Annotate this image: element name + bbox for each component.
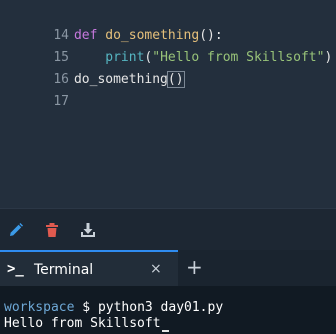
prompt-user: workspace	[4, 300, 75, 315]
edit-button[interactable]	[5, 219, 27, 241]
download-button[interactable]	[77, 219, 99, 241]
program-output: Hello from Skillsoft	[4, 316, 161, 331]
code-line[interactable]: 17	[0, 69, 74, 109]
line-number: 17	[53, 94, 69, 109]
download-icon	[81, 223, 95, 237]
prompt-symbol: $	[82, 300, 91, 315]
code-line[interactable]: 15 print("Hello from Skillsoft")	[0, 25, 332, 65]
edit-icon	[10, 223, 23, 236]
code-line[interactable]: 16 do_something()	[0, 47, 185, 88]
terminal-cursor	[161, 330, 169, 332]
terminal-header: >_ Terminal × +	[0, 250, 336, 286]
function-call: do_something	[73, 72, 168, 87]
tab-terminal[interactable]: >_ Terminal ×	[0, 250, 178, 286]
terminal-command-line: workspace $ python3 day01.py	[4, 300, 223, 316]
delete-icon	[46, 223, 58, 237]
add-terminal-button[interactable]: +	[186, 255, 203, 279]
delete-button[interactable]	[41, 219, 63, 241]
app-window: 14 def do_something(): 15 print("Hello fr…	[0, 0, 336, 334]
code-line[interactable]: 14 def do_something():	[0, 3, 222, 43]
matched-parens: ()	[166, 71, 185, 88]
terminal-output-line: Hello from Skillsoft	[4, 316, 169, 332]
terminal-tab-label: Terminal	[34, 262, 94, 278]
editor-toolbar	[0, 208, 336, 251]
close-icon[interactable]: ×	[150, 261, 162, 277]
terminal-prompt-icon: >_	[7, 261, 24, 277]
code-editor[interactable]: 14 def do_something(): 15 print("Hello fr…	[0, 0, 336, 208]
terminal-command: python3 day01.py	[97, 300, 224, 315]
code-punctuation: )	[324, 50, 333, 65]
terminal-output[interactable]: workspace $ python3 day01.py Hello from …	[0, 286, 336, 334]
